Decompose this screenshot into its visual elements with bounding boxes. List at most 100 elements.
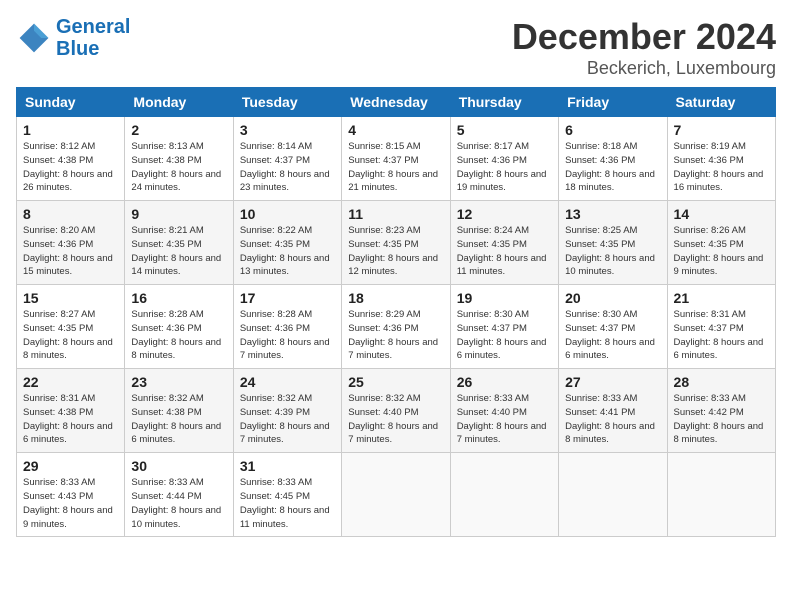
calendar-day-cell: 6 Sunrise: 8:18 AM Sunset: 4:36 PM Daylig… bbox=[559, 117, 667, 201]
day-number: 25 bbox=[348, 374, 443, 390]
day-info: Sunrise: 8:32 AM Sunset: 4:38 PM Dayligh… bbox=[131, 392, 226, 447]
weekday-header: Sunday bbox=[17, 88, 125, 117]
calendar-day-cell: 7 Sunrise: 8:19 AM Sunset: 4:36 PM Daylig… bbox=[667, 117, 775, 201]
logo-text-general: General bbox=[56, 16, 130, 38]
day-number: 28 bbox=[674, 374, 769, 390]
day-info: Sunrise: 8:22 AM Sunset: 4:35 PM Dayligh… bbox=[240, 224, 335, 279]
calendar-day-cell: 12 Sunrise: 8:24 AM Sunset: 4:35 PM Dayli… bbox=[450, 201, 558, 285]
day-number: 9 bbox=[131, 206, 226, 222]
day-info: Sunrise: 8:33 AM Sunset: 4:42 PM Dayligh… bbox=[674, 392, 769, 447]
day-number: 3 bbox=[240, 122, 335, 138]
calendar-week-row: 22 Sunrise: 8:31 AM Sunset: 4:38 PM Dayli… bbox=[17, 369, 776, 453]
calendar-day-cell: 11Sunrise: 8:23 AM Sunset: 4:35 PM Dayli… bbox=[342, 201, 450, 285]
day-info: Sunrise: 8:25 AM Sunset: 4:35 PM Dayligh… bbox=[565, 224, 660, 279]
day-info: Sunrise: 8:32 AM Sunset: 4:40 PM Dayligh… bbox=[348, 392, 443, 447]
calendar-day-cell: 21 Sunrise: 8:31 AM Sunset: 4:37 PM Dayli… bbox=[667, 285, 775, 369]
day-info: Sunrise: 8:15 AM Sunset: 4:37 PM Dayligh… bbox=[348, 140, 443, 195]
calendar-day-cell: 4Sunrise: 8:15 AM Sunset: 4:37 PM Daylig… bbox=[342, 117, 450, 201]
day-number: 21 bbox=[674, 290, 769, 306]
calendar-day-cell bbox=[559, 453, 667, 537]
day-number: 26 bbox=[457, 374, 552, 390]
calendar-body: 1 Sunrise: 8:12 AM Sunset: 4:38 PM Daylig… bbox=[17, 117, 776, 537]
calendar-day-cell: 18 Sunrise: 8:29 AM Sunset: 4:36 PM Dayli… bbox=[342, 285, 450, 369]
calendar-day-cell: 30 Sunrise: 8:33 AM Sunset: 4:44 PM Dayli… bbox=[125, 453, 233, 537]
day-number: 8 bbox=[23, 206, 118, 222]
calendar-day-cell: 1 Sunrise: 8:12 AM Sunset: 4:38 PM Daylig… bbox=[17, 117, 125, 201]
day-info: Sunrise: 8:33 AM Sunset: 4:44 PM Dayligh… bbox=[131, 476, 226, 531]
day-number: 15 bbox=[23, 290, 118, 306]
calendar-day-cell: 25 Sunrise: 8:32 AM Sunset: 4:40 PM Dayli… bbox=[342, 369, 450, 453]
day-number: 6 bbox=[565, 122, 660, 138]
calendar-day-cell: 31 Sunrise: 8:33 AM Sunset: 4:45 PM Dayli… bbox=[233, 453, 341, 537]
calendar-day-cell: 17Sunrise: 8:28 AM Sunset: 4:36 PM Dayli… bbox=[233, 285, 341, 369]
weekday-header: Monday bbox=[125, 88, 233, 117]
calendar-subtitle: Beckerich, Luxembourg bbox=[512, 58, 776, 79]
logo: General Blue bbox=[16, 16, 130, 60]
day-number: 30 bbox=[131, 458, 226, 474]
day-info: Sunrise: 8:33 AM Sunset: 4:45 PM Dayligh… bbox=[240, 476, 335, 531]
day-number: 5 bbox=[457, 122, 552, 138]
weekday-header: Tuesday bbox=[233, 88, 341, 117]
calendar-header: SundayMondayTuesdayWednesdayThursdayFrid… bbox=[17, 88, 776, 117]
calendar-title: December 2024 bbox=[512, 16, 776, 58]
day-info: Sunrise: 8:14 AM Sunset: 4:37 PM Dayligh… bbox=[240, 140, 335, 195]
calendar-day-cell bbox=[342, 453, 450, 537]
day-info: Sunrise: 8:21 AM Sunset: 4:35 PM Dayligh… bbox=[131, 224, 226, 279]
day-info: Sunrise: 8:18 AM Sunset: 4:36 PM Dayligh… bbox=[565, 140, 660, 195]
day-number: 12 bbox=[457, 206, 552, 222]
day-number: 31 bbox=[240, 458, 335, 474]
weekday-header: Wednesday bbox=[342, 88, 450, 117]
day-number: 23 bbox=[131, 374, 226, 390]
day-info: Sunrise: 8:17 AM Sunset: 4:36 PM Dayligh… bbox=[457, 140, 552, 195]
day-info: Sunrise: 8:19 AM Sunset: 4:36 PM Dayligh… bbox=[674, 140, 769, 195]
calendar-day-cell: 27Sunrise: 8:33 AM Sunset: 4:41 PM Dayli… bbox=[559, 369, 667, 453]
day-number: 20 bbox=[565, 290, 660, 306]
day-info: Sunrise: 8:27 AM Sunset: 4:35 PM Dayligh… bbox=[23, 308, 118, 363]
day-info: Sunrise: 8:24 AM Sunset: 4:35 PM Dayligh… bbox=[457, 224, 552, 279]
weekday-header: Friday bbox=[559, 88, 667, 117]
day-info: Sunrise: 8:29 AM Sunset: 4:36 PM Dayligh… bbox=[348, 308, 443, 363]
calendar-day-cell: 23 Sunrise: 8:32 AM Sunset: 4:38 PM Dayli… bbox=[125, 369, 233, 453]
day-number: 7 bbox=[674, 122, 769, 138]
day-number: 18 bbox=[348, 290, 443, 306]
calendar-day-cell: 10 Sunrise: 8:22 AM Sunset: 4:35 PM Dayli… bbox=[233, 201, 341, 285]
page-header: General Blue December 2024 Beckerich, Lu… bbox=[16, 16, 776, 79]
calendar-day-cell bbox=[667, 453, 775, 537]
calendar-day-cell: 15 Sunrise: 8:27 AM Sunset: 4:35 PM Dayli… bbox=[17, 285, 125, 369]
day-info: Sunrise: 8:26 AM Sunset: 4:35 PM Dayligh… bbox=[674, 224, 769, 279]
calendar-day-cell: 26Sunrise: 8:33 AM Sunset: 4:40 PM Dayli… bbox=[450, 369, 558, 453]
calendar-day-cell: 22 Sunrise: 8:31 AM Sunset: 4:38 PM Dayli… bbox=[17, 369, 125, 453]
calendar-day-cell: 29 Sunrise: 8:33 AM Sunset: 4:43 PM Dayli… bbox=[17, 453, 125, 537]
day-info: Sunrise: 8:31 AM Sunset: 4:38 PM Dayligh… bbox=[23, 392, 118, 447]
weekday-header-row: SundayMondayTuesdayWednesdayThursdayFrid… bbox=[17, 88, 776, 117]
day-number: 2 bbox=[131, 122, 226, 138]
day-number: 14 bbox=[674, 206, 769, 222]
calendar-week-row: 8Sunrise: 8:20 AM Sunset: 4:36 PM Daylig… bbox=[17, 201, 776, 285]
day-number: 13 bbox=[565, 206, 660, 222]
calendar-day-cell bbox=[450, 453, 558, 537]
day-info: Sunrise: 8:33 AM Sunset: 4:43 PM Dayligh… bbox=[23, 476, 118, 531]
logo-icon bbox=[16, 20, 52, 56]
day-info: Sunrise: 8:30 AM Sunset: 4:37 PM Dayligh… bbox=[565, 308, 660, 363]
calendar-day-cell: 13 Sunrise: 8:25 AM Sunset: 4:35 PM Dayli… bbox=[559, 201, 667, 285]
day-info: Sunrise: 8:30 AM Sunset: 4:37 PM Dayligh… bbox=[457, 308, 552, 363]
calendar-day-cell: 2Sunrise: 8:13 AM Sunset: 4:38 PM Daylig… bbox=[125, 117, 233, 201]
day-info: Sunrise: 8:12 AM Sunset: 4:38 PM Dayligh… bbox=[23, 140, 118, 195]
day-info: Sunrise: 8:31 AM Sunset: 4:37 PM Dayligh… bbox=[674, 308, 769, 363]
day-number: 27 bbox=[565, 374, 660, 390]
logo-text-blue: Blue bbox=[56, 38, 130, 60]
calendar-day-cell: 16Sunrise: 8:28 AM Sunset: 4:36 PM Dayli… bbox=[125, 285, 233, 369]
day-number: 1 bbox=[23, 122, 118, 138]
calendar-day-cell: 8Sunrise: 8:20 AM Sunset: 4:36 PM Daylig… bbox=[17, 201, 125, 285]
calendar-day-cell: 14 Sunrise: 8:26 AM Sunset: 4:35 PM Dayli… bbox=[667, 201, 775, 285]
weekday-header: Saturday bbox=[667, 88, 775, 117]
day-number: 29 bbox=[23, 458, 118, 474]
day-number: 11 bbox=[348, 206, 443, 222]
day-number: 10 bbox=[240, 206, 335, 222]
day-number: 22 bbox=[23, 374, 118, 390]
weekday-header: Thursday bbox=[450, 88, 558, 117]
calendar-day-cell: 19Sunrise: 8:30 AM Sunset: 4:37 PM Dayli… bbox=[450, 285, 558, 369]
calendar-day-cell: 3 Sunrise: 8:14 AM Sunset: 4:37 PM Daylig… bbox=[233, 117, 341, 201]
calendar-week-row: 15 Sunrise: 8:27 AM Sunset: 4:35 PM Dayli… bbox=[17, 285, 776, 369]
calendar-week-row: 29 Sunrise: 8:33 AM Sunset: 4:43 PM Dayli… bbox=[17, 453, 776, 537]
